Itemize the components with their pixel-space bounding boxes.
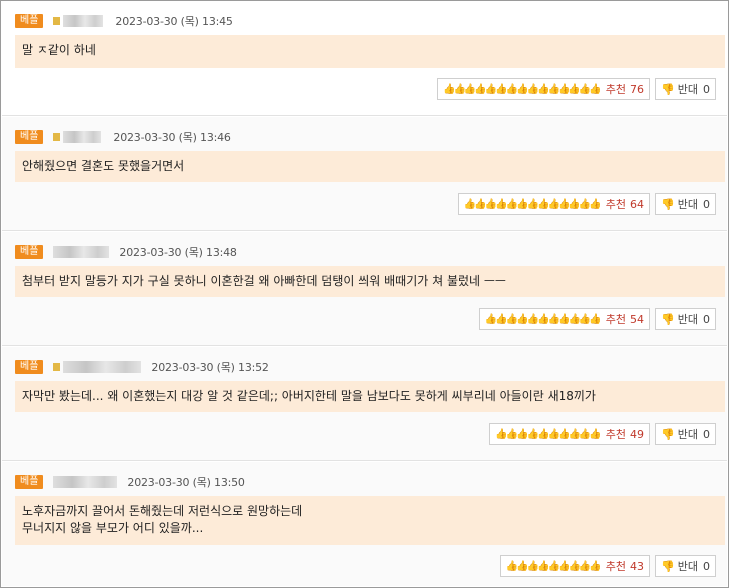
downvote-label: 반대 [677,428,698,441]
downvote-button[interactable]: 👎 반대 0 [655,193,716,215]
comment-item: 베플 2023-03-30 (목) 13:48 첨부터 받지 말등가 지가 구실… [2,232,727,346]
thumbs-down-icon: 👎 [661,427,675,441]
upvote-count: 43 [630,559,645,573]
thumbs-up-icon: 👍👍👍👍👍👍👍👍👍👍👍👍👍👍👍 [443,83,602,95]
downvote-count: 0 [703,197,710,211]
upvote-count: 76 [630,82,645,96]
comment-meta: 베플 2023-03-30 (목) 13:46 [15,130,231,144]
upvote-label: 추천 [605,428,627,441]
comment-item: 베플 2023-03-30 (목) 13:45 말 ㅈ같이 하네 👍👍👍👍👍👍👍… [2,1,727,116]
best-badge: 베플 [15,130,44,144]
upvote-label: 추천 [605,83,627,96]
comment-date: 2023-03-30 (목) 13:48 [119,246,237,259]
thumbs-down-icon: 👎 [661,559,675,573]
best-badge: 베플 [15,360,44,374]
comment-meta: 베플 2023-03-30 (목) 13:52 [15,360,269,374]
thumbs-down-icon: 👎 [661,312,675,326]
upvote-button[interactable]: 👍👍👍👍👍👍👍👍👍👍 추천 49 [489,423,651,445]
downvote-button[interactable]: 👎 반대 0 [655,555,716,577]
upvote-label: 추천 [605,313,627,326]
upvote-button[interactable]: 👍👍👍👍👍👍👍👍👍 추천 43 [499,555,651,577]
comment-item: 베플 2023-03-30 (목) 13:52 자막만 봤는데... 왜 이혼했… [2,347,727,461]
upvote-button[interactable]: 👍👍👍👍👍👍👍👍👍👍👍👍👍 추천 64 [457,193,651,215]
author-nickname-blurred[interactable] [53,246,110,258]
downvote-count: 0 [703,427,710,441]
comment-date: 2023-03-30 (목) 13:52 [151,361,269,374]
upvote-label: 추천 [605,560,627,573]
comment-date: 2023-03-30 (목) 13:46 [113,131,231,144]
comment-meta: 베플 2023-03-30 (목) 13:50 [15,475,245,489]
thumbs-up-icon: 👍👍👍👍👍👍👍👍👍👍👍 [484,313,602,325]
upvote-button[interactable]: 👍👍👍👍👍👍👍👍👍👍👍👍👍👍👍 추천 76 [437,78,651,100]
best-badge: 베플 [15,14,44,28]
comment-text: 자막만 봤는데... 왜 이혼했는지 대강 알 것 같은데;; 아버지한테 말을… [15,381,725,412]
comment-meta: 베플 2023-03-30 (목) 13:45 [15,14,233,28]
comment-text: 말 ㅈ같이 하네 [15,35,725,68]
comment-list: 베플 2023-03-30 (목) 13:45 말 ㅈ같이 하네 👍👍👍👍👍👍👍… [0,0,729,588]
vote-actions: 👍👍👍👍👍👍👍👍👍 추천 43 👎 반대 0 [499,555,716,577]
author-nickname-blurred[interactable] [53,131,103,143]
vote-actions: 👍👍👍👍👍👍👍👍👍👍👍 추천 54 👎 반대 0 [478,308,716,330]
comment-text: 노후자금까지 끌어서 돈해줬는데 저런식으로 원망하는데 무너지지 않을 부모가… [15,496,725,545]
best-badge: 베플 [15,475,44,489]
upvote-count: 49 [630,427,645,441]
downvote-label: 반대 [677,83,698,96]
upvote-label: 추천 [605,198,627,211]
upvote-count: 54 [630,312,645,326]
downvote-label: 반대 [677,313,698,326]
downvote-label: 반대 [677,198,698,211]
downvote-button[interactable]: 👎 반대 0 [655,78,716,100]
author-nickname-blurred[interactable] [53,15,105,27]
downvote-label: 반대 [677,560,698,573]
thumbs-down-icon: 👎 [661,197,675,211]
downvote-count: 0 [703,82,710,96]
author-nickname-blurred[interactable] [53,361,142,373]
upvote-count: 64 [630,197,645,211]
comment-date: 2023-03-30 (목) 13:50 [127,476,245,489]
vote-actions: 👍👍👍👍👍👍👍👍👍👍 추천 49 👎 반대 0 [489,423,716,445]
downvote-button[interactable]: 👎 반대 0 [655,423,716,445]
thumbs-up-icon: 👍👍👍👍👍👍👍👍👍 [505,560,602,572]
author-nickname-blurred[interactable] [53,476,118,488]
vote-actions: 👍👍👍👍👍👍👍👍👍👍👍👍👍 추천 64 👎 반대 0 [457,193,716,215]
comment-text: 첨부터 받지 말등가 지가 구실 못하니 이혼한걸 왜 아빠한데 덤탱이 씌워 … [15,266,725,297]
downvote-count: 0 [703,312,710,326]
comment-item: 베플 2023-03-30 (목) 13:50 노후자금까지 끌어서 돈해줬는데… [2,462,727,586]
comment-date: 2023-03-30 (목) 13:45 [115,15,233,28]
thumbs-down-icon: 👎 [661,82,675,96]
comment-item: 베플 2023-03-30 (목) 13:46 안해줬으면 결혼도 못했을거면서… [2,117,727,231]
comment-text: 안해줬으면 결혼도 못했을거면서 [15,151,725,182]
downvote-count: 0 [703,559,710,573]
upvote-button[interactable]: 👍👍👍👍👍👍👍👍👍👍👍 추천 54 [478,308,651,330]
best-badge: 베플 [15,245,44,259]
thumbs-up-icon: 👍👍👍👍👍👍👍👍👍👍👍👍👍 [463,198,602,210]
comment-meta: 베플 2023-03-30 (목) 13:48 [15,245,237,259]
thumbs-up-icon: 👍👍👍👍👍👍👍👍👍👍 [495,428,602,440]
vote-actions: 👍👍👍👍👍👍👍👍👍👍👍👍👍👍👍 추천 76 👎 반대 0 [437,78,716,100]
downvote-button[interactable]: 👎 반대 0 [655,308,716,330]
